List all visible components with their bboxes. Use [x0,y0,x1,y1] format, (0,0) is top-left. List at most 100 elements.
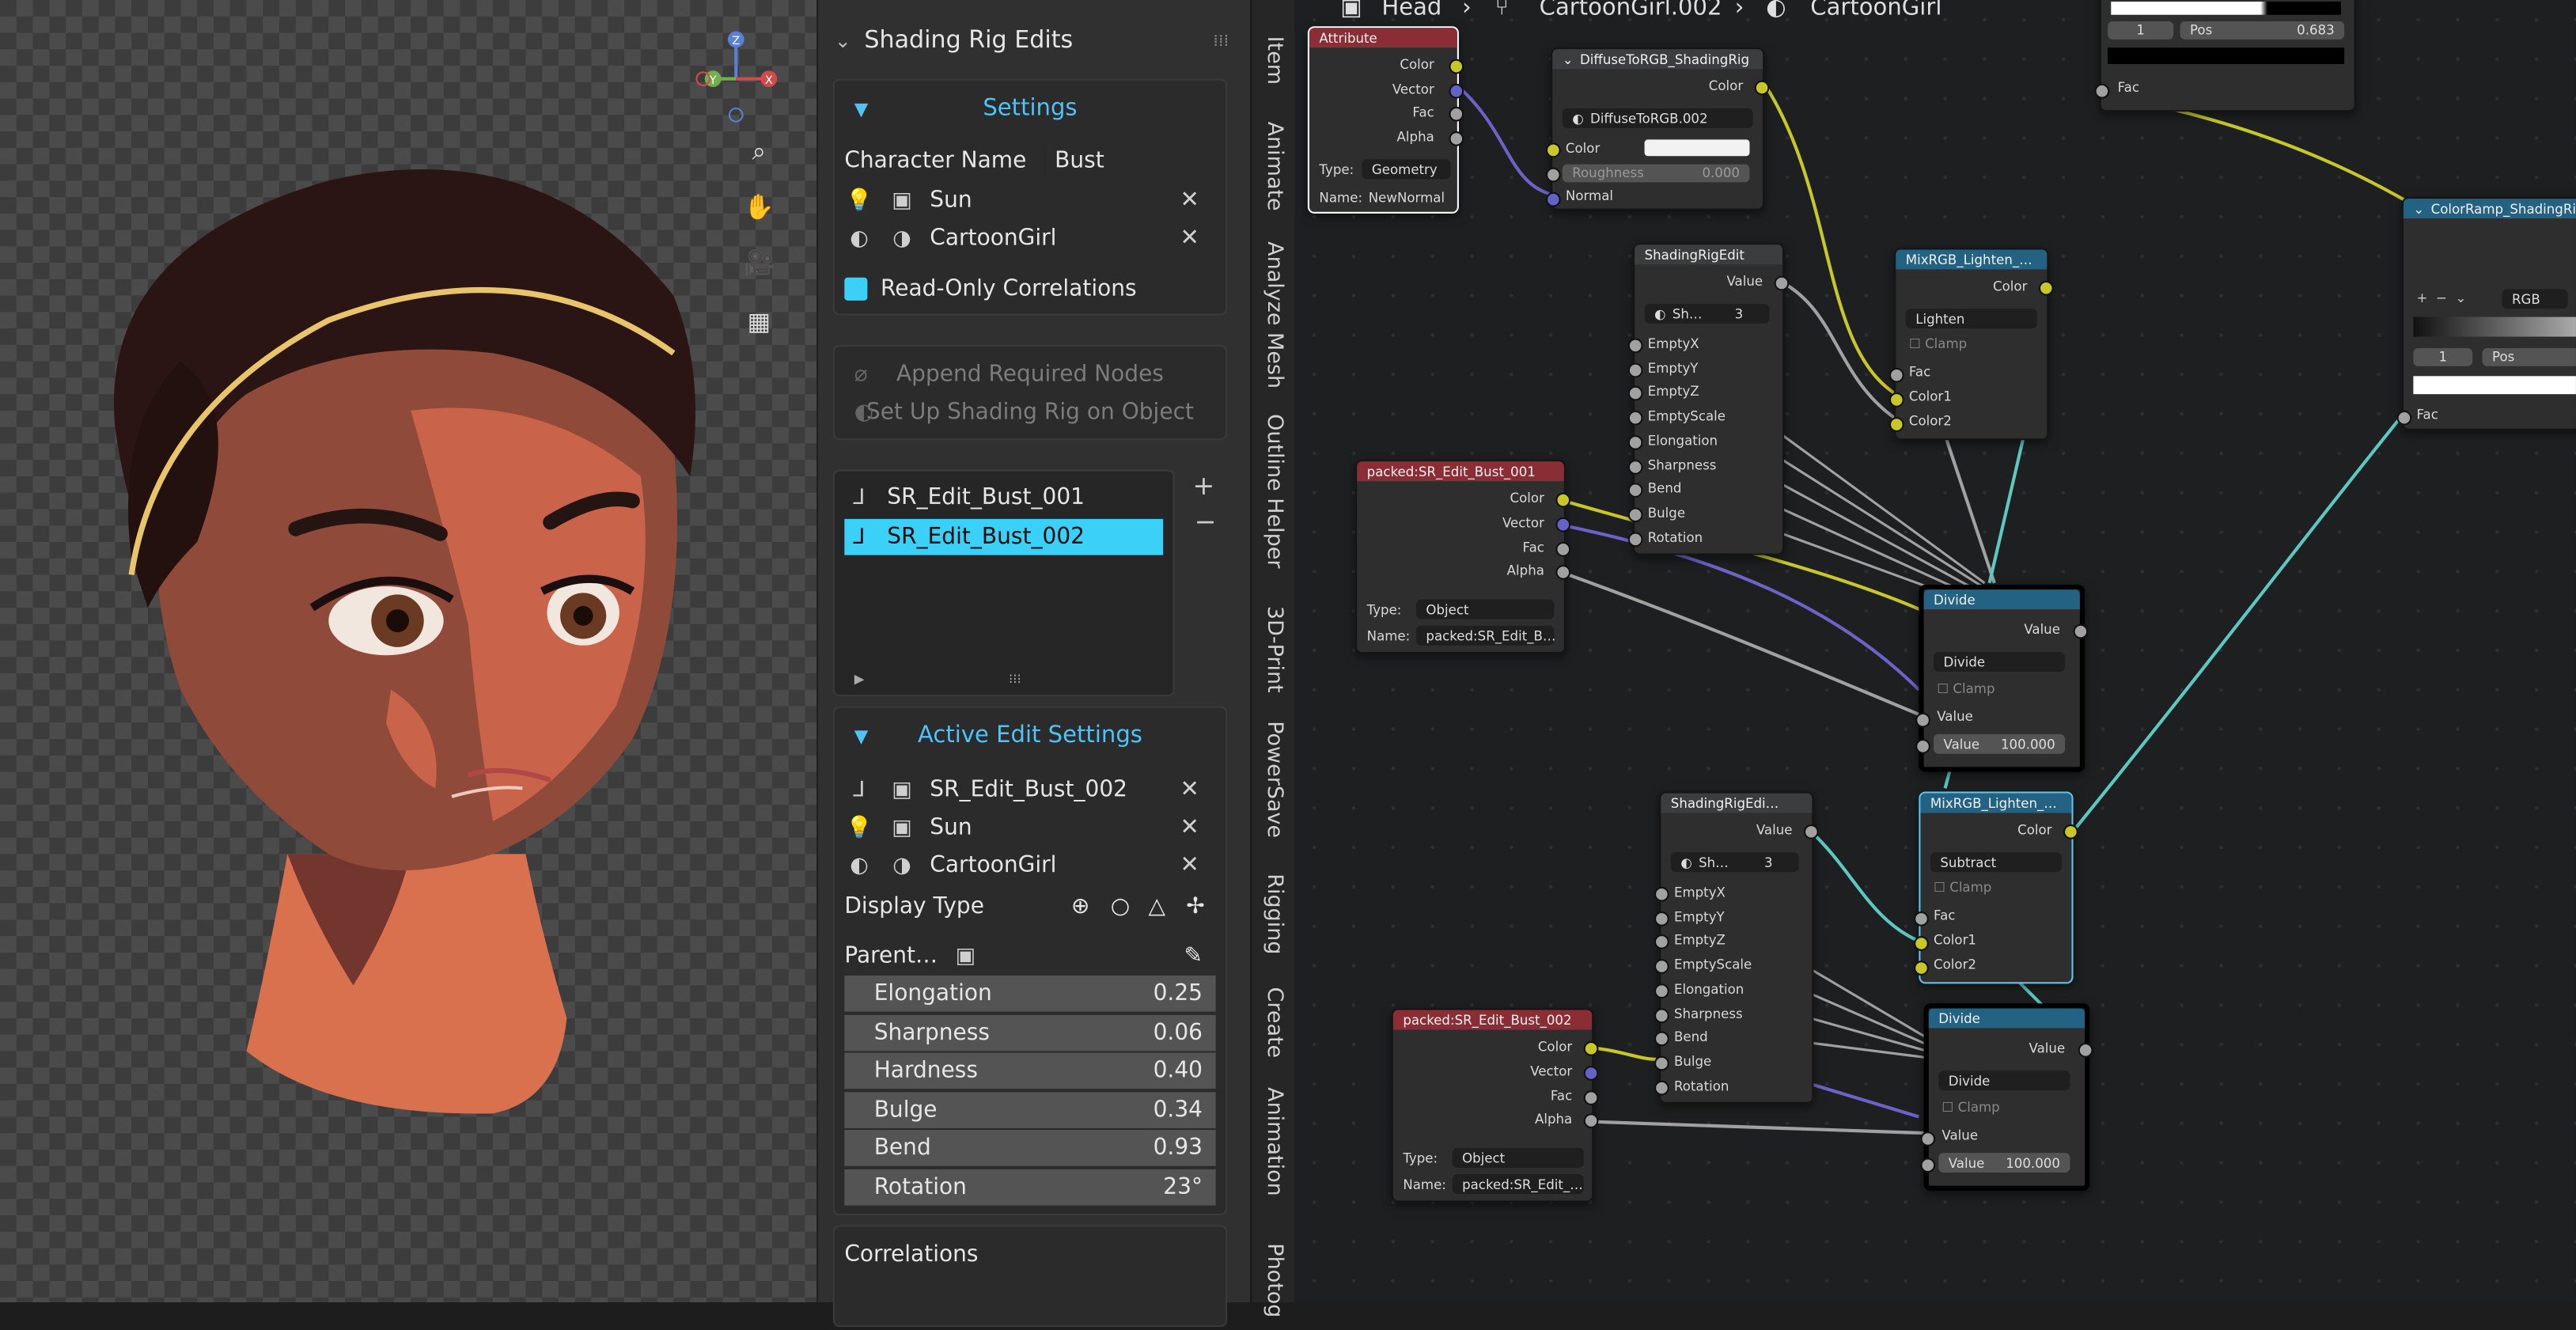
socket[interactable] [1654,934,1669,950]
divide-node-2[interactable]: Divide Value Divide ☐ Clamp Value Value 1… [1920,1003,2093,1191]
ramp-pos-field[interactable]: Pos 0.683 [2180,21,2345,40]
socket[interactable] [1654,1007,1669,1023]
socket[interactable] [1654,911,1669,926]
tab-item[interactable]: Item [1257,33,1292,89]
clear-edit-material-icon[interactable]: ✕ [1180,852,1199,878]
socket[interactable] [1914,936,1929,951]
node-header[interactable]: ShadingRigEdit [1635,244,1783,265]
ramp-stop-field[interactable]: 1 [2108,21,2174,40]
correlations-header[interactable]: Correlations [844,1237,1215,1273]
settings-header[interactable]: ▼ Settings [844,90,1215,127]
zoom-icon[interactable]: ⌕ [739,131,778,171]
edit-empty-row[interactable]: ⅃ ▣ SR_Edit_Bust_002 ✕ [844,772,1215,809]
divide-node-1[interactable]: Divide Value Divide ☐ Clamp Value Value 1… [1915,584,2089,772]
object-icon[interactable]: ▣ [951,941,980,970]
socket[interactable] [1803,824,1819,839]
node-header[interactable]: MixRGB_Lighten_… [1896,249,2048,270]
navigation-gizmo[interactable]: Z Y X [690,29,782,128]
socket[interactable] [1627,483,1643,498]
material-row[interactable]: ◐ ◑ CartoonGirl ✕ [844,220,1215,256]
drag-handle-icon[interactable]: ⁞⁞⁞ [1213,32,1229,50]
node-header[interactable]: MixRGB_Lighten_… [1920,793,2072,813]
node-header[interactable]: packed:SR_Edit_Bust_001 [1357,461,1564,482]
panel-header[interactable]: ⌄ Shading Rig Edits ⁞⁞⁞ [818,17,1252,66]
tab-rigging[interactable]: Rigging [1257,870,1292,959]
socket[interactable] [1627,386,1643,402]
readonly-checkbox-row[interactable]: Read-Only Correlations [844,271,1215,307]
node-group-datablock[interactable]: ◐ DiffuseToRGB.002 [1562,108,1753,128]
socket[interactable] [1627,362,1643,377]
socket[interactable] [1754,80,1770,96]
clamp-checkbox[interactable]: ☐ Clamp [1937,681,1995,696]
blend-mode-dropdown[interactable]: Subtract [1930,852,2063,873]
slider-sharpness[interactable]: Sharpness 0.06 [844,1014,1216,1051]
socket[interactable] [1449,59,1464,74]
socket[interactable] [1920,1131,1936,1146]
ramp-color-swatch[interactable] [2413,376,2576,395]
clamp-checkbox[interactable]: ☐ Clamp [1941,1101,1999,1116]
socket[interactable] [2063,824,2078,839]
node-group-datablock[interactable]: ◐ Sh… 3 [1670,852,1799,873]
hand-icon[interactable]: ✋ [739,188,778,227]
socket[interactable] [1583,1065,1599,1081]
node-header[interactable]: ⌄ DiffuseToRGB_ShadingRig [1552,49,1763,70]
socket[interactable] [1583,1040,1599,1056]
3d-viewport[interactable]: Z Y X ⌕ ✋ 🎥 ▦ [0,0,817,1303]
math-mode-dropdown[interactable]: Divide [1938,1070,2070,1091]
list-item[interactable]: ⅃ SR_Edit_Bust_001 [844,479,1163,516]
tab-outline-helper[interactable]: Outline Helper [1257,414,1292,568]
socket[interactable] [1545,142,1561,158]
slider-rotation[interactable]: Rotation 23° [844,1169,1216,1206]
display-cone-icon[interactable]: △ [1148,893,1165,919]
slider-elongation[interactable]: Elongation 0.25 [844,975,1216,1012]
node-header[interactable]: ShadingRigEdi… [1661,793,1813,813]
type-dropdown[interactable]: Geometry [1362,159,1451,180]
type-dropdown[interactable]: Object [1415,599,1555,620]
socket[interactable] [1654,959,1669,975]
socket[interactable] [1654,983,1669,998]
type-dropdown[interactable]: Object [1452,1147,1584,1168]
display-plain-axes-icon[interactable]: ⊕ [1071,893,1089,919]
packed-texture-node-2[interactable]: packed:SR_Edit_Bust_002 Color Vector Fac Al… [1391,1008,1599,1203]
roughness-field[interactable]: Roughness 0.000 [1562,164,1750,183]
shading-rig-edit-node-1[interactable]: ShadingRigEdit Value ◐ Sh… 3 EmptyX EmptyY E… [1627,243,1790,555]
socket[interactable] [2396,410,2412,426]
tab-animation[interactable]: Animation [1257,1087,1292,1196]
value-field[interactable]: Value 100.000 [1938,1153,2070,1173]
socket[interactable] [1654,1055,1669,1071]
socket[interactable] [1627,507,1643,522]
tab-photog[interactable]: Photog [1257,1232,1292,1330]
socket[interactable] [1915,712,1930,728]
socket[interactable] [1627,531,1643,547]
tab-analyze-mesh[interactable]: Analyze Mesh [1257,242,1292,389]
clamp-checkbox[interactable]: ☐ Clamp [1934,881,1991,896]
color-ramp-gradient[interactable] [2413,316,2576,337]
socket[interactable] [1449,106,1464,122]
display-arrows-icon[interactable]: ✢ [1186,893,1204,919]
node-header[interactable]: packed:SR_Edit_Bust_002 [1392,1010,1593,1030]
active-edit-header[interactable]: ▼ Active Edit Settings [844,718,1215,754]
socket[interactable] [1654,886,1669,902]
node-header[interactable]: Divide [1923,589,2080,610]
diffuse-to-rgb-node[interactable]: ⌄ DiffuseToRGB_ShadingRig Color ◐ DiffuseT… [1545,47,1770,210]
edit-light-row[interactable]: 💡 ▣ Sun ✕ [844,809,1215,846]
attribute-node[interactable]: Attribute Color Vector Fac Alpha Type: G… [1307,26,1464,214]
socket[interactable] [1555,517,1571,532]
clear-edit-light-icon[interactable]: ✕ [1180,815,1199,841]
node-editor[interactable]: ▣ Head › ⑂ CartoonGirl.002 › ◐ CartoonGi… [1294,0,2576,1303]
socket[interactable] [1915,739,1930,754]
socket[interactable] [1555,492,1571,508]
socket[interactable] [1920,1158,1936,1173]
socket[interactable] [1583,1089,1599,1105]
socket[interactable] [1888,367,1904,383]
colorramp-node-right[interactable]: ⌄ ColorRamp_ShadingRig + − ⌄ RGB 1 Pos Fa… [2396,197,2576,430]
socket[interactable] [1545,167,1561,183]
socket[interactable] [1914,911,1929,926]
tab-animate[interactable]: Animate [1257,118,1292,213]
readonly-checkbox[interactable] [844,277,868,301]
tab-powersave[interactable]: PowerSave [1257,722,1292,839]
node-header[interactable]: Divide [1928,1008,2085,1029]
packed-texture-node-1[interactable]: packed:SR_Edit_Bust_001 Color Vector Fac Al… [1355,460,1571,654]
socket[interactable] [2038,280,2054,296]
socket[interactable] [1888,392,1904,407]
